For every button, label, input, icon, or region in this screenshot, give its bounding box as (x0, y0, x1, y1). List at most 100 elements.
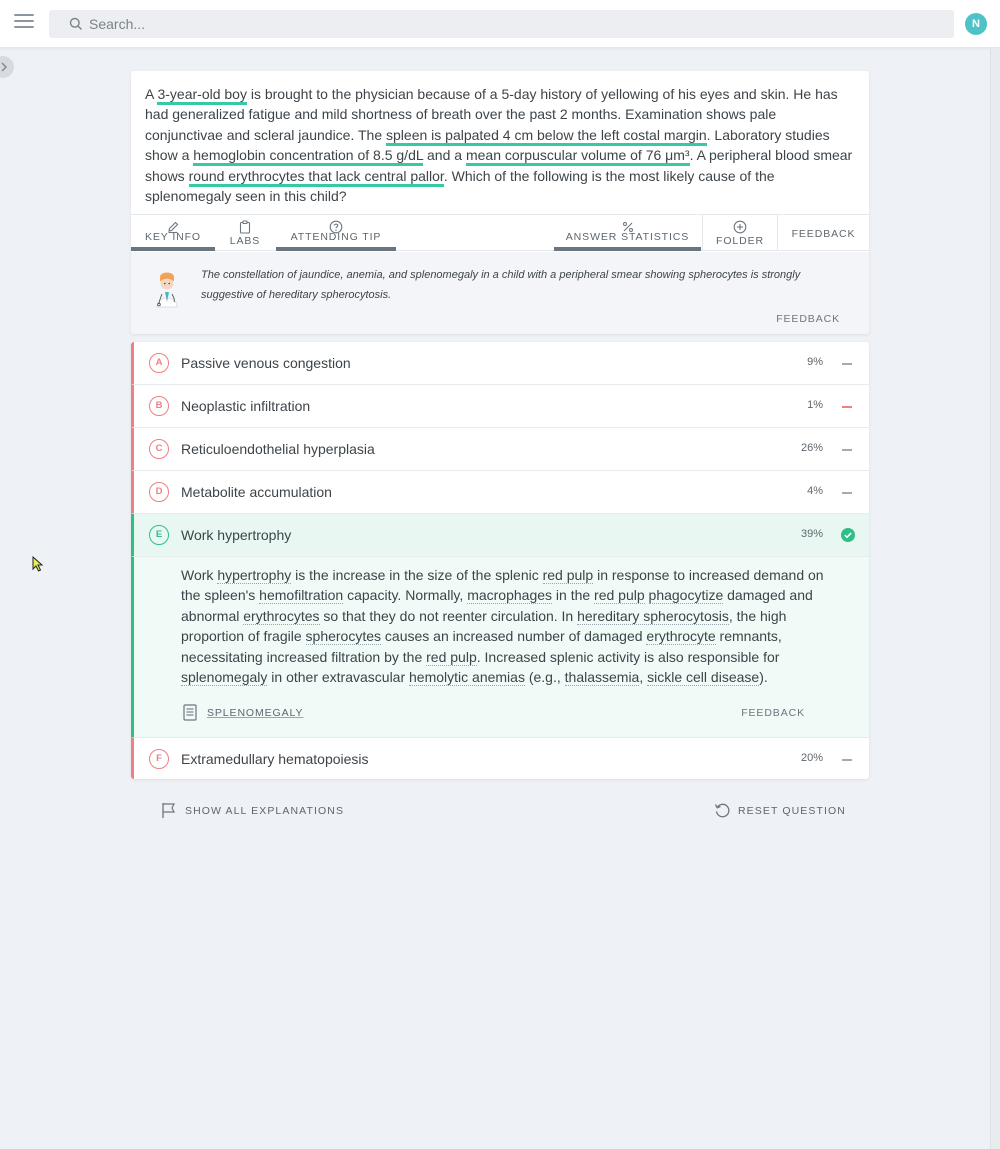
answer-explanation: Work hypertrophy is the increase in the … (131, 557, 869, 738)
menu-icon[interactable] (14, 14, 34, 32)
reset-question-button[interactable]: RESET QUESTION (714, 802, 854, 820)
explanation-text-part: in other extravascular (267, 669, 410, 686)
tab-label: FOLDER (716, 235, 764, 247)
explanation-text-part: , (639, 669, 648, 686)
explanation-text-part: . Increased splenic activity is also res… (476, 648, 780, 665)
explanation-term-link[interactable]: phagocytize (648, 587, 724, 605)
strike-toggle-icon[interactable] (842, 449, 852, 451)
top-bar: N (0, 0, 1000, 48)
answer-letter: E (149, 525, 169, 545)
highlighted-finding: mean corpuscular volume of 76 μm³ (465, 147, 690, 167)
tab-feedback[interactable]: FEEDBACK (777, 215, 869, 251)
explanation-term-link[interactable]: red pulp (542, 567, 594, 584)
scrollbar[interactable] (990, 48, 1000, 1149)
answer-choice-b[interactable]: B Neoplastic infiltration 1% (131, 385, 869, 428)
explanation-text-part: is the increase in the size of the splen… (291, 567, 543, 583)
explanation-term-link[interactable]: hypertrophy (217, 567, 292, 584)
explanation-term-link[interactable]: erythrocytes (243, 607, 320, 625)
explanation-text-part: Work (181, 567, 218, 583)
question-text: A (145, 86, 158, 102)
tip-feedback-button[interactable]: FEEDBACK (776, 313, 840, 325)
answer-text: Metabolite accumulation (181, 484, 332, 500)
question-tabs: KEY INFO LABS ATTENDING TIP ANSWER STATI… (131, 214, 869, 251)
explanation-text-part: ). (759, 669, 768, 686)
sidebar-toggle-button[interactable] (0, 56, 14, 78)
chevron-right-icon (1, 62, 7, 72)
answer-choices: A Passive venous congestion 9% B Neoplas… (131, 342, 869, 779)
search-input[interactable] (89, 14, 929, 34)
explanation-text-part: causes an increased number of damaged (381, 628, 647, 645)
search-icon (69, 17, 82, 30)
check-circle-icon (841, 528, 855, 542)
tab-folder[interactable]: FOLDER (702, 215, 777, 251)
answer-choice-f[interactable]: F Extramedullary hematopoiesis 20% (131, 738, 869, 779)
question-card: A 3-year-old boy is brought to the physi… (131, 71, 869, 334)
strike-toggle-icon[interactable] (842, 759, 852, 761)
explanation-term-link[interactable]: sickle cell disease (647, 669, 760, 687)
explanation-term-link[interactable]: hemofiltration (259, 587, 344, 605)
explanation-term-link[interactable]: red pulp (426, 648, 477, 666)
strike-toggle-icon[interactable] (842, 363, 852, 365)
explanation-text-part: (e.g., (524, 669, 565, 686)
strike-toggle-icon[interactable] (842, 406, 852, 408)
doctor-avatar-icon (156, 272, 178, 308)
explanation-text-part: so that they do not reenter circulation.… (319, 607, 578, 624)
answer-choice-c[interactable]: C Reticuloendothelial hyperplasia 26% (131, 428, 869, 471)
answer-letter: A (149, 353, 169, 373)
answer-percentage: 4% (807, 485, 823, 497)
highlighted-finding: hemoglobin concentration of 8.5 g/dL (193, 147, 424, 167)
explanation-term-link[interactable]: erythrocyte (646, 628, 716, 646)
answer-percentage: 9% (807, 356, 823, 368)
reset-question-label: RESET QUESTION (738, 805, 846, 817)
answer-percentage: 39% (800, 528, 823, 540)
answer-text: Neoplastic infiltration (181, 398, 311, 414)
explanation-term-link[interactable]: hemolytic anemias (409, 669, 525, 687)
explanation-text-part: in the (552, 587, 595, 604)
flag-icon (162, 803, 175, 818)
answer-percentage: 1% (807, 399, 823, 411)
answer-choice-e[interactable]: E Work hypertrophy 39% (131, 514, 869, 557)
answer-letter: C (149, 439, 169, 459)
tab-label: ANSWER STATISTICS (565, 231, 690, 243)
answer-letter: B (149, 396, 169, 416)
tab-label: ATTENDING TIP (290, 231, 382, 243)
clipboard-icon (239, 220, 251, 234)
explanation-term-link[interactable]: red pulp (594, 587, 645, 605)
tab-label: FEEDBACK (791, 228, 856, 240)
show-all-explanations-button[interactable]: SHOW ALL EXPLANATIONS (161, 802, 351, 820)
answer-percentage: 20% (800, 752, 823, 764)
tab-label: KEY INFO (144, 231, 202, 243)
article-link-label: SPLENOMEGALY (207, 707, 304, 719)
plus-circle-icon (733, 220, 747, 234)
tab-labs[interactable]: LABS (215, 215, 275, 251)
highlighted-finding: round erythrocytes that lack central pal… (188, 167, 444, 187)
explanation-term-link[interactable]: macrophages (467, 587, 553, 605)
question-stem: A 3-year-old boy is brought to the physi… (145, 84, 857, 206)
highlighted-finding: spleen is palpated 4 cm below the left c… (386, 126, 707, 146)
question-text: and a (423, 147, 466, 164)
answer-letter: F (149, 749, 169, 769)
answer-text: Passive venous congestion (181, 355, 351, 371)
tab-key-info[interactable]: KEY INFO (131, 215, 215, 251)
explanation-text-part (645, 587, 649, 603)
explanation-term-link[interactable]: thalassemia (564, 669, 640, 687)
explanation-term-link[interactable]: splenomegaly (181, 669, 268, 687)
answer-choice-d[interactable]: D Metabolite accumulation 4% (131, 471, 869, 514)
answer-text: Reticuloendothelial hyperplasia (181, 441, 375, 457)
explanation-feedback-button[interactable]: FEEDBACK (741, 707, 805, 719)
avatar[interactable]: N (965, 13, 987, 35)
search-bar[interactable] (49, 10, 954, 38)
strike-toggle-icon[interactable] (842, 492, 852, 494)
answer-letter: D (149, 482, 169, 502)
tab-attending-tip[interactable]: ATTENDING TIP (276, 215, 396, 251)
cursor-icon (32, 556, 44, 572)
explanation-text: Work hypertrophy is the increase in the … (181, 565, 831, 687)
explanation-term-link[interactable]: spherocytes (305, 628, 382, 646)
tab-answer-statistics[interactable]: ANSWER STATISTICS (554, 215, 701, 251)
answer-text: Extramedullary hematopoiesis (181, 751, 369, 767)
explanation-term-link[interactable]: hereditary spherocytosis (577, 607, 729, 625)
tab-label: LABS (229, 235, 261, 247)
answer-choice-a[interactable]: A Passive venous congestion 9% (131, 342, 869, 385)
article-icon (183, 704, 197, 721)
reset-icon (714, 803, 730, 818)
